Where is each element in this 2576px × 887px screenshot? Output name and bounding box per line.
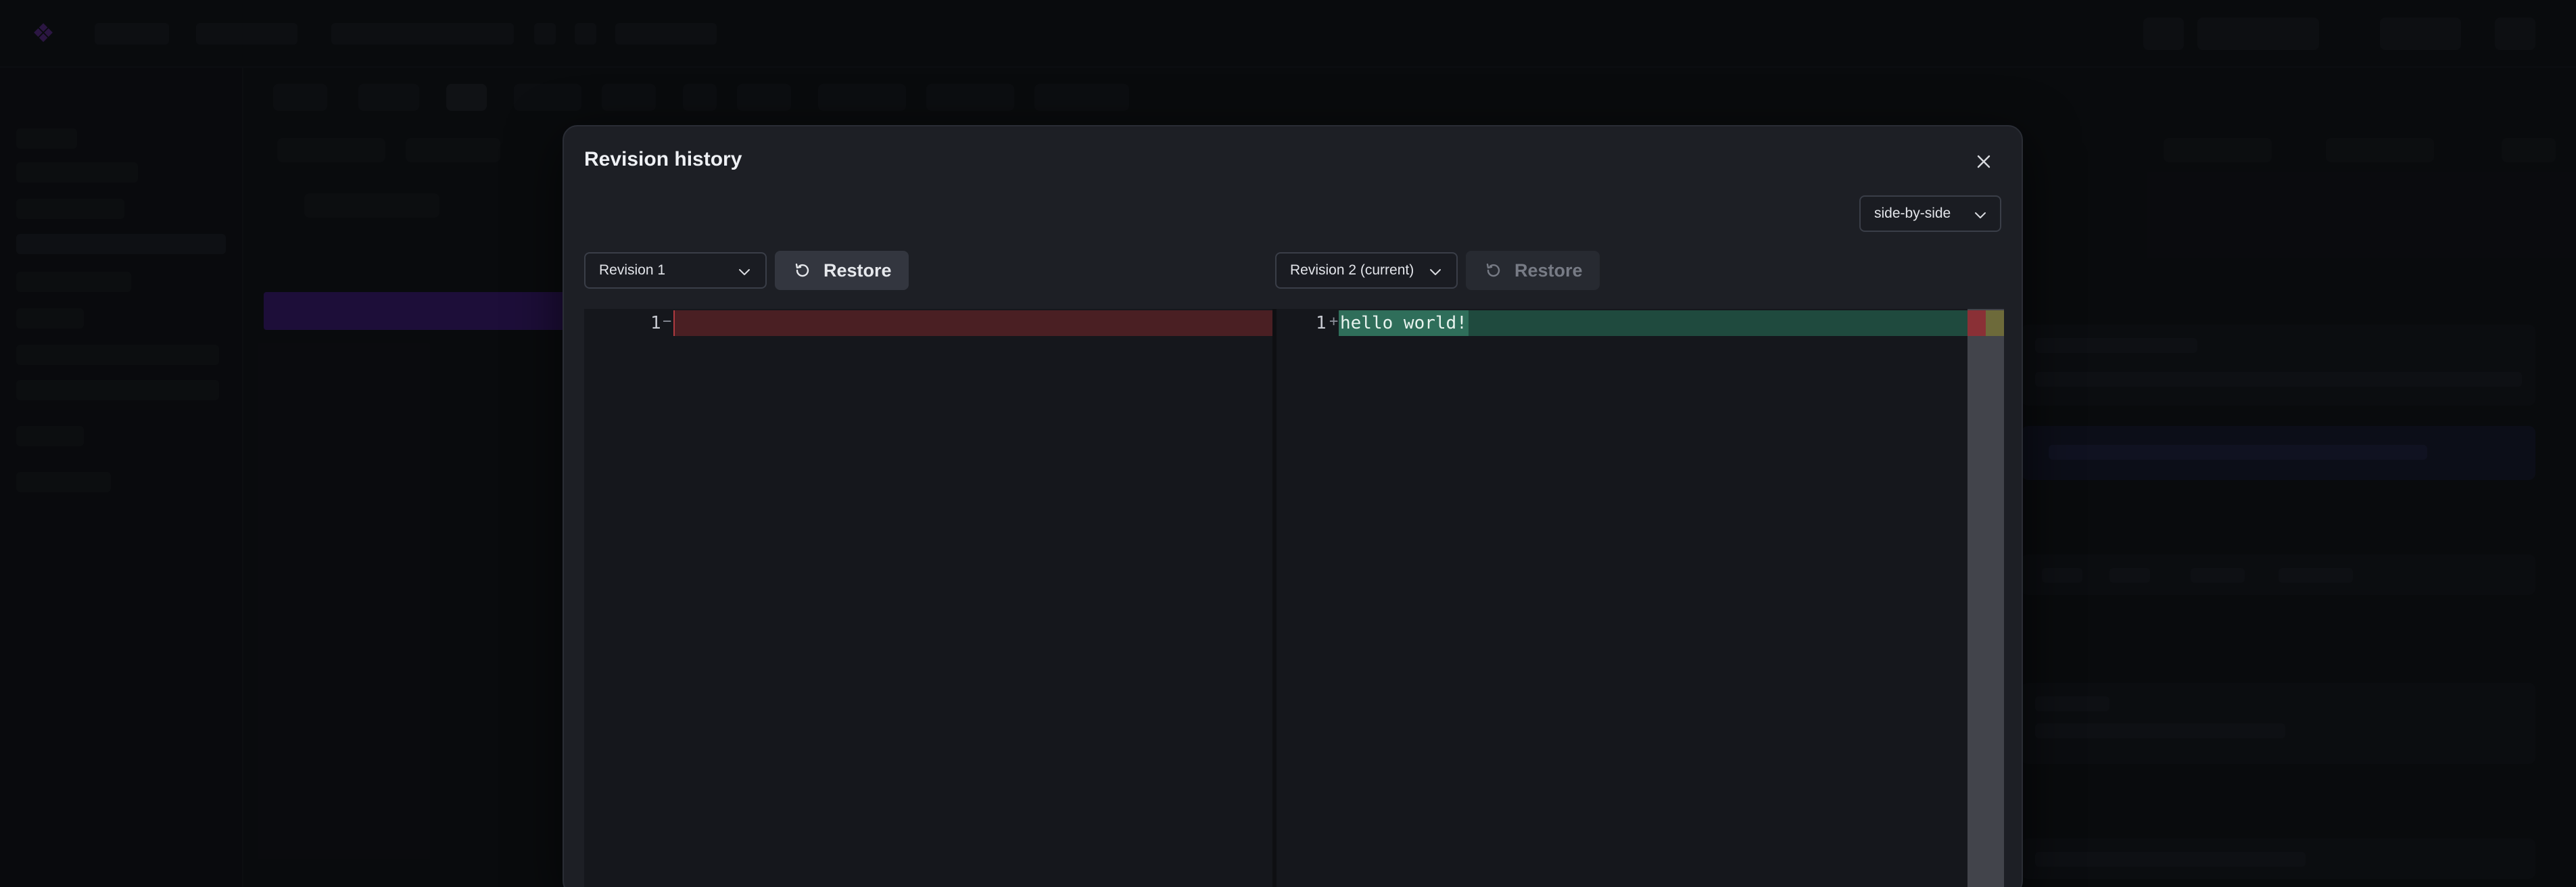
restore-label: Restore: [824, 260, 892, 281]
chevron-down-icon: [739, 269, 750, 275]
added-line: hello world!: [1339, 310, 1969, 336]
dialog-title: Revision history: [584, 148, 742, 170]
view-mode-select[interactable]: side-by-side: [1859, 195, 2001, 232]
modified-editor-pane[interactable]: 1 + hello world!: [1277, 309, 2004, 887]
diff-editor: 1 − 1 + hello world!: [584, 309, 2004, 887]
restore-label: Restore: [1514, 260, 1583, 281]
overview-removed-marker: [1967, 310, 1986, 336]
restore-icon: [795, 263, 809, 277]
line-number: 1: [650, 313, 661, 333]
added-marker: +: [1329, 313, 1339, 330]
restore-left-button[interactable]: Restore: [775, 251, 909, 290]
close-button[interactable]: [1970, 148, 1997, 175]
right-revision-select[interactable]: Revision 2 (current): [1275, 252, 1458, 289]
added-line-text: hello world!: [1339, 310, 1469, 336]
right-revision-value: Revision 2 (current): [1290, 262, 1414, 278]
restore-icon: [1486, 263, 1500, 277]
chevron-down-icon: [1430, 269, 1441, 275]
diff-overview-ruler[interactable]: [1967, 309, 2004, 887]
overview-added-marker: [1986, 310, 2004, 336]
close-icon: [1977, 155, 1990, 168]
left-revision-value: Revision 1: [599, 262, 666, 278]
view-mode-value: side-by-side: [1874, 206, 1951, 221]
removed-marker: −: [663, 313, 672, 330]
original-editor-pane[interactable]: 1 −: [584, 309, 1272, 887]
chevron-down-icon: [1975, 212, 1986, 218]
revision-history-dialog: Revision history side-by-side Revision 1…: [563, 125, 2023, 887]
restore-right-button[interactable]: Restore: [1466, 251, 1600, 290]
left-revision-select[interactable]: Revision 1: [584, 252, 767, 289]
line-number: 1: [1316, 313, 1327, 333]
removed-line: [673, 310, 1272, 336]
